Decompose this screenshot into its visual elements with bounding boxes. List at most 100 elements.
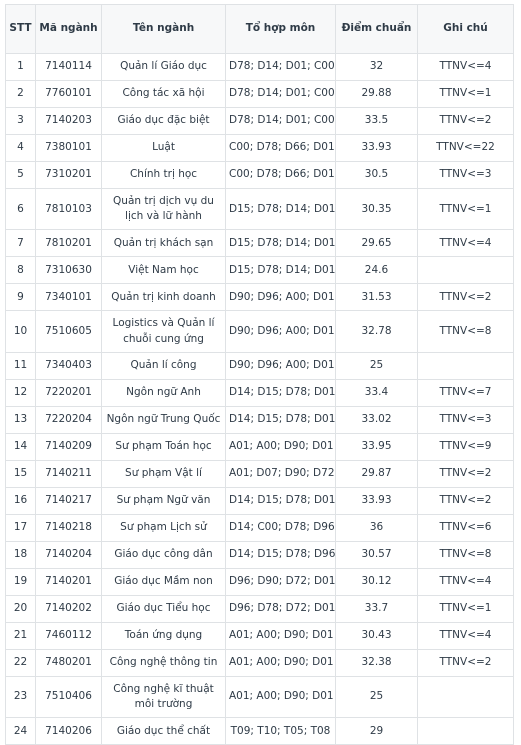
cell-diem-chuan: 29.88 bbox=[335, 80, 418, 108]
cell-ma-nganh: 7140114 bbox=[35, 53, 102, 81]
cell-ten-nganh: Công nghệ thông tin bbox=[101, 648, 226, 677]
cell-to-hop-mon: D15; D78; D14; D01 bbox=[225, 187, 336, 231]
cell-ma-nganh: 7220204 bbox=[35, 405, 102, 434]
cell-to-hop-mon: A01; A00; D90; D01 bbox=[225, 621, 336, 650]
cell-ma-nganh: 7140217 bbox=[35, 486, 102, 515]
cell-to-hop-mon: C00; D78; D66; D01 bbox=[225, 134, 336, 162]
cell-stt: 7 bbox=[5, 229, 36, 258]
cell-ma-nganh: 7810201 bbox=[35, 229, 102, 258]
cell-diem-chuan: 29 bbox=[335, 717, 418, 745]
cell-diem-chuan: 30.5 bbox=[335, 161, 418, 189]
cell-ten-nganh: Sư phạm Ngữ văn bbox=[101, 486, 226, 515]
column-header-stt: STT bbox=[5, 4, 36, 54]
cell-ten-nganh: Quản trị kinh doanh bbox=[101, 283, 226, 312]
cell-ghi-chu: TTNV<=3 bbox=[417, 405, 514, 434]
cell-to-hop-mon: D14; C00; D78; D96 bbox=[225, 513, 336, 542]
table-row: 13 7220204 Ngôn ngữ Trung Quốc D14; D15; D7… bbox=[5, 405, 514, 434]
cell-stt: 11 bbox=[5, 351, 36, 380]
cell-ten-nganh: Chính trị học bbox=[101, 161, 226, 189]
cell-stt: 14 bbox=[5, 432, 36, 461]
cell-stt: 19 bbox=[5, 567, 36, 596]
cell-to-hop-mon: D78; D14; D01; C00 bbox=[225, 80, 336, 108]
cell-diem-chuan: 30.12 bbox=[335, 567, 418, 596]
cell-ten-nganh: Logistics và Quản lí chuỗi cung ứng bbox=[101, 310, 226, 353]
table-row: 10 7510605 Logistics và Quản lí chuỗi cung… bbox=[5, 310, 514, 353]
cell-diem-chuan: 31.53 bbox=[335, 283, 418, 312]
cell-diem-chuan: 25 bbox=[335, 351, 418, 380]
cell-to-hop-mon: D96; D90; D72; D01 bbox=[225, 567, 336, 596]
cell-ten-nganh: Giáo dục đặc biệt bbox=[101, 107, 226, 135]
table-row: 3 7140203 Giáo dục đặc biệt D78; D14; D01; … bbox=[5, 107, 514, 135]
table-row: 9 7340101 Quản trị kinh doanh D90; D96; A00… bbox=[5, 283, 514, 312]
cell-ghi-chu: TTNV<=1 bbox=[417, 187, 514, 231]
cell-ma-nganh: 7140203 bbox=[35, 107, 102, 135]
cell-stt: 12 bbox=[5, 378, 36, 407]
cell-to-hop-mon: D14; D15; D78; D96 bbox=[225, 540, 336, 569]
cell-to-hop-mon: D78; D14; D01; C00 bbox=[225, 53, 336, 81]
cell-diem-chuan: 29.65 bbox=[335, 229, 418, 258]
cell-diem-chuan: 30.57 bbox=[335, 540, 418, 569]
table-row: 23 7510406 Công nghệ kĩ thuật môi trường A0… bbox=[5, 675, 514, 719]
cell-ghi-chu: TTNV<=22 bbox=[417, 134, 514, 162]
cell-to-hop-mon: D14; D15; D78; D01 bbox=[225, 405, 336, 434]
cell-ma-nganh: 7380101 bbox=[35, 134, 102, 162]
table-header: STT Mã ngành Tên ngành Tổ hợp môn Điểm c… bbox=[5, 4, 514, 54]
cell-diem-chuan: 33.93 bbox=[335, 486, 418, 515]
cell-ghi-chu: TTNV<=1 bbox=[417, 594, 514, 623]
cell-ma-nganh: 7310630 bbox=[35, 256, 102, 285]
table-row: 1 7140114 Quản lí Giáo dục D78; D14; D01; C… bbox=[5, 53, 514, 81]
cell-ghi-chu: TTNV<=4 bbox=[417, 53, 514, 81]
table-row: 5 7310201 Chính trị học C00; D78; D66; D01 3… bbox=[5, 161, 514, 189]
cell-diem-chuan: 33.7 bbox=[335, 594, 418, 623]
cell-ten-nganh: Ngôn ngữ Anh bbox=[101, 378, 226, 407]
cell-stt: 1 bbox=[5, 53, 36, 81]
table-row: 4 7380101 Luật C00; D78; D66; D01 33.93 TTNV<… bbox=[5, 134, 514, 162]
cell-ma-nganh: 7140211 bbox=[35, 459, 102, 488]
cell-ma-nganh: 7140209 bbox=[35, 432, 102, 461]
cell-ma-nganh: 7760101 bbox=[35, 80, 102, 108]
cell-ghi-chu: TTNV<=4 bbox=[417, 621, 514, 650]
cell-ten-nganh: Sư phạm Vật lí bbox=[101, 459, 226, 488]
cell-ghi-chu: TTNV<=4 bbox=[417, 229, 514, 258]
table-row: 6 7810103 Quản trị dịch vụ du lịch và lữ h… bbox=[5, 187, 514, 231]
cell-stt: 13 bbox=[5, 405, 36, 434]
cell-ma-nganh: 7510406 bbox=[35, 675, 102, 719]
cell-ma-nganh: 7340403 bbox=[35, 351, 102, 380]
cell-ghi-chu: TTNV<=9 bbox=[417, 432, 514, 461]
cell-stt: 16 bbox=[5, 486, 36, 515]
table-row: 17 7140218 Sư phạm Lịch sử D14; C00; D78; D… bbox=[5, 513, 514, 542]
table-row: 18 7140204 Giáo dục công dân D14; D15; D78;… bbox=[5, 540, 514, 569]
column-header-ten-nganh: Tên ngành bbox=[101, 4, 226, 54]
column-header-ghi-chu: Ghi chú bbox=[417, 4, 514, 54]
cell-diem-chuan: 33.95 bbox=[335, 432, 418, 461]
cell-ten-nganh: Giáo dục Mầm non bbox=[101, 567, 226, 596]
table-row: 19 7140201 Giáo dục Mầm non D96; D90; D72; … bbox=[5, 567, 514, 596]
cell-to-hop-mon: D90; D96; A00; D01 bbox=[225, 310, 336, 353]
cell-to-hop-mon: D90; D96; A00; D01 bbox=[225, 283, 336, 312]
cell-ten-nganh: Ngôn ngữ Trung Quốc bbox=[101, 405, 226, 434]
table-row: 24 7140206 Giáo dục thể chất T09; T10; T05;… bbox=[5, 717, 514, 745]
cell-to-hop-mon: C00; D78; D66; D01 bbox=[225, 161, 336, 189]
cell-stt: 17 bbox=[5, 513, 36, 542]
cell-ten-nganh: Sư phạm Toán học bbox=[101, 432, 226, 461]
cell-ma-nganh: 7340101 bbox=[35, 283, 102, 312]
cell-stt: 10 bbox=[5, 310, 36, 353]
cell-stt: 24 bbox=[5, 717, 36, 745]
cell-to-hop-mon: D14; D15; D78; D01 bbox=[225, 486, 336, 515]
cell-stt: 3 bbox=[5, 107, 36, 135]
cell-to-hop-mon: D90; D96; A00; D01 bbox=[225, 351, 336, 380]
cell-ghi-chu: TTNV<=2 bbox=[417, 283, 514, 312]
cell-ma-nganh: 7140204 bbox=[35, 540, 102, 569]
cell-ghi-chu bbox=[417, 675, 514, 719]
table-body: 1 7140114 Quản lí Giáo dục D78; D14; D01; C… bbox=[5, 53, 514, 745]
cell-stt: 8 bbox=[5, 256, 36, 285]
cell-to-hop-mon: A01; A00; D90; D01 bbox=[225, 675, 336, 719]
cell-ghi-chu bbox=[417, 256, 514, 285]
cell-ghi-chu: TTNV<=2 bbox=[417, 459, 514, 488]
cell-ten-nganh: Giáo dục công dân bbox=[101, 540, 226, 569]
cell-ten-nganh: Quản lí công bbox=[101, 351, 226, 380]
table-row: 11 7340403 Quản lí công D90; D96; A00; D01 2… bbox=[5, 351, 514, 380]
cell-stt: 21 bbox=[5, 621, 36, 650]
table-row: 22 7480201 Công nghệ thông tin A01; A00; D9… bbox=[5, 648, 514, 677]
cell-ma-nganh: 7480201 bbox=[35, 648, 102, 677]
